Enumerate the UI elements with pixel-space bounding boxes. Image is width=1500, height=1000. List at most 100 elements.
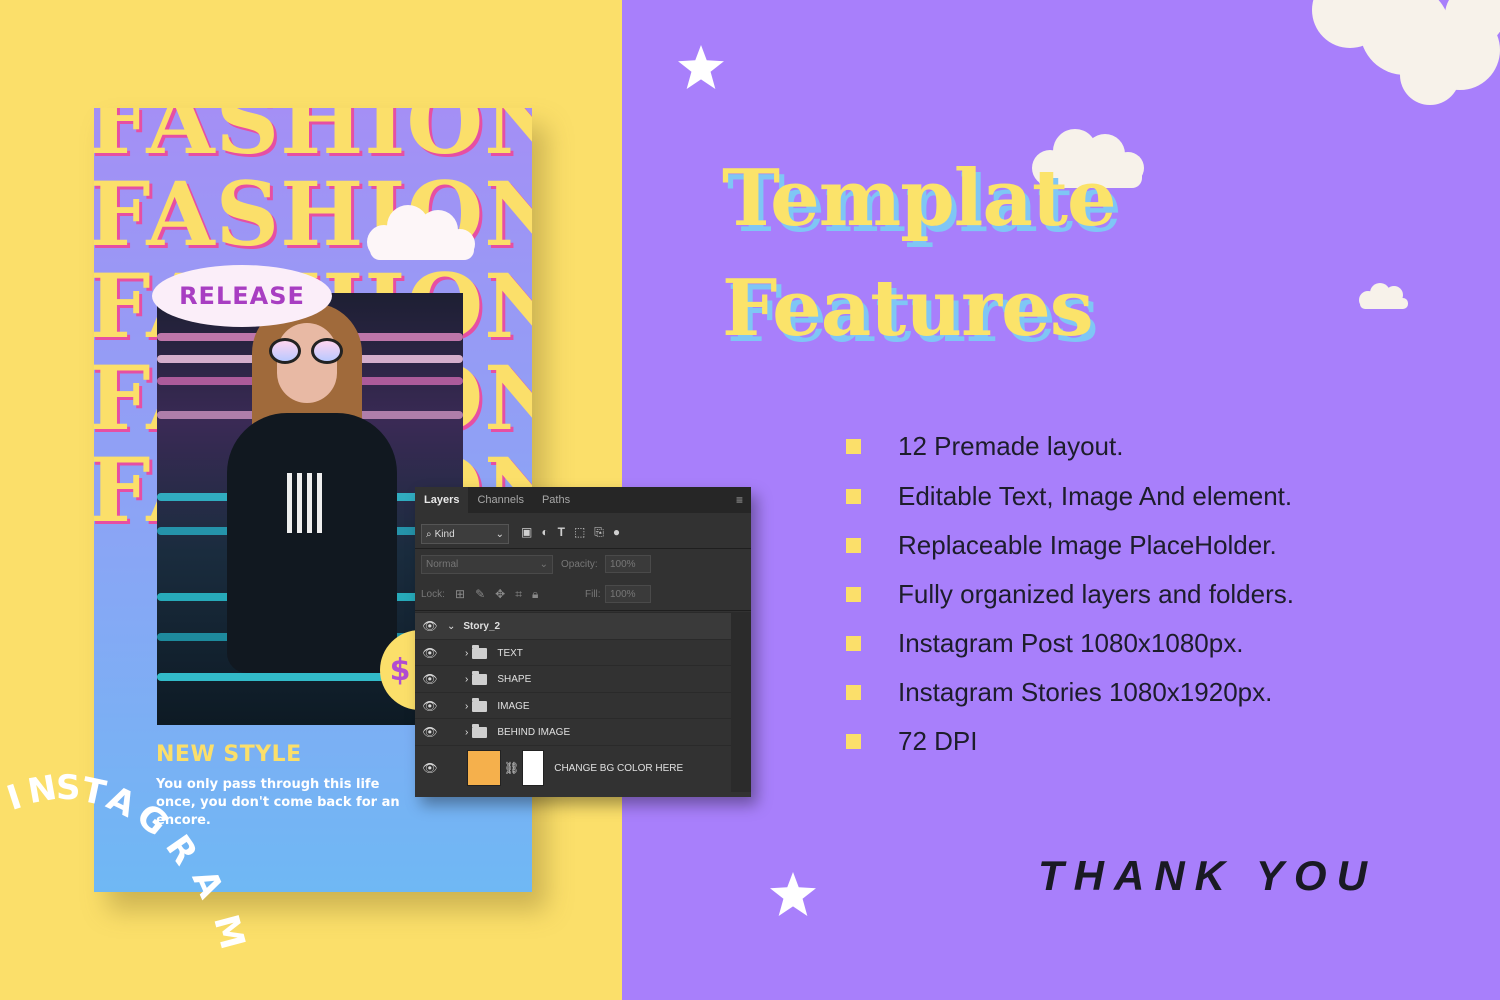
- feature-text: Editable Text, Image And element.: [898, 480, 1293, 511]
- image-filter-icon[interactable]: ▣: [521, 525, 532, 540]
- feature-text: 12 Premade layout.: [898, 430, 1124, 461]
- bullet-icon: [846, 733, 861, 749]
- layer-folder-shape[interactable]: 👁︎ › SHAPE: [415, 665, 731, 692]
- smart-object-filter-icon[interactable]: ⎘: [594, 525, 604, 540]
- heading-line1: Template: [722, 153, 1117, 244]
- heading-line2: Features: [722, 263, 1094, 354]
- layers-panel: Layers Channels Paths ≡ ⌕ Kind ⌄ ▣ ◐ T ⬚…: [415, 487, 751, 797]
- lock-position-icon[interactable]: ✥: [495, 587, 505, 602]
- list-item: Fully organized layers and folders.: [846, 579, 1294, 609]
- visibility-eye-icon[interactable]: 👁︎: [415, 699, 445, 713]
- collapse-chevron-icon[interactable]: ›: [465, 701, 468, 712]
- bullet-icon: [846, 586, 861, 602]
- cloud-top-right: [1312, 0, 1500, 105]
- expand-chevron-icon[interactable]: ⌄: [447, 621, 455, 632]
- dollar-icon: $: [389, 652, 411, 688]
- folder-icon: [472, 670, 488, 685]
- layer-folder-text[interactable]: 👁︎ › TEXT: [415, 639, 731, 666]
- collapse-chevron-icon[interactable]: ›: [465, 674, 468, 685]
- lock-artboard-icon[interactable]: ⌗: [515, 587, 522, 602]
- bullet-icon: [846, 438, 861, 454]
- layer-bg-color[interactable]: 👁︎ ⛓︎ CHANGE BG COLOR HERE: [415, 745, 731, 790]
- feature-text: Instagram Stories 1080x1920px.: [898, 676, 1273, 707]
- layer-name: BEHIND IMAGE: [497, 726, 571, 738]
- fill-label: Fill:: [585, 589, 601, 600]
- new-style-body: You only pass through this life once, yo…: [156, 777, 400, 828]
- release-label: RELEASE: [179, 282, 305, 310]
- tab-channels[interactable]: Channels: [468, 487, 532, 513]
- filter-icons: ▣ ◐ T ⬚ ⎘ ●: [521, 525, 620, 540]
- collapse-chevron-icon[interactable]: ›: [465, 727, 468, 738]
- lock-transparent-icon[interactable]: ⊞: [455, 587, 465, 602]
- search-icon: ⌕: [426, 528, 432, 540]
- list-item: Instagram Stories 1080x1920px.: [846, 677, 1272, 707]
- list-item: Editable Text, Image And element.: [846, 481, 1292, 511]
- chevron-down-icon: ⌄: [539, 559, 548, 570]
- type-filter-icon[interactable]: T: [558, 525, 565, 540]
- link-chain-icon: ⛓︎: [504, 761, 520, 775]
- layer-mask-thumbnail[interactable]: [522, 750, 545, 786]
- blend-mode-select[interactable]: Normal ⌄: [421, 555, 553, 574]
- tab-paths[interactable]: Paths: [533, 487, 579, 513]
- collapse-chevron-icon[interactable]: ›: [465, 648, 468, 659]
- lock-paint-icon[interactable]: ✎: [475, 587, 485, 602]
- fill-field[interactable]: 100%: [605, 585, 651, 603]
- feature-text: Replaceable Image PlaceHolder.: [898, 529, 1277, 560]
- new-style-title: NEW STYLE: [156, 742, 302, 767]
- visibility-eye-icon[interactable]: 👁︎: [415, 646, 445, 660]
- folder-icon: [472, 644, 488, 659]
- thank-you-text: THANK YOU: [1038, 852, 1377, 899]
- lock-label: Lock:: [421, 589, 445, 600]
- layer-name: Story_2: [463, 620, 501, 632]
- feature-text: Instagram Post 1080x1080px.: [898, 627, 1244, 658]
- layers-scrollbar[interactable]: [731, 612, 751, 792]
- bullet-icon: [846, 488, 861, 504]
- shape-filter-icon[interactable]: ⬚: [574, 525, 585, 540]
- layer-folder-image[interactable]: 👁︎ › IMAGE: [415, 692, 731, 719]
- star-icon: [770, 872, 816, 916]
- blend-mode-value: Normal: [426, 559, 459, 570]
- sunglasses-icon: [269, 338, 345, 364]
- cloud-small: [1359, 283, 1408, 309]
- layer-name: TEXT: [497, 647, 523, 659]
- list-item: Instagram Post 1080x1080px.: [846, 628, 1243, 658]
- star-icon: [678, 45, 724, 89]
- release-badge: RELEASE: [152, 265, 332, 327]
- opacity-field[interactable]: 100%: [605, 555, 651, 573]
- bullet-icon: [846, 635, 861, 651]
- layer-group-story[interactable]: 👁︎ ⌄ Story_2: [415, 612, 731, 639]
- layer-name: IMAGE: [497, 700, 530, 712]
- cloud-story: [367, 205, 475, 260]
- visibility-eye-icon[interactable]: 👁︎: [415, 761, 445, 775]
- visibility-eye-icon[interactable]: 👁︎: [415, 725, 445, 739]
- folder-icon: [472, 723, 488, 738]
- tab-layers[interactable]: Layers: [415, 487, 469, 513]
- visibility-eye-icon[interactable]: 👁︎: [415, 619, 445, 633]
- layer-name: CHANGE BG COLOR HERE: [554, 762, 684, 774]
- instagram-letter: S: [56, 768, 81, 808]
- lock-icons: ⊞ ✎ ✥ ⌗ 🔒︎: [455, 587, 538, 602]
- layer-folder-behind-image[interactable]: 👁︎ › BEHIND IMAGE: [415, 718, 731, 745]
- panel-tabs: Layers Channels Paths ≡: [415, 487, 751, 513]
- fashion-text: FASHION: [94, 108, 532, 174]
- list-item: 72 DPI: [846, 726, 978, 756]
- filter-toggle-icon[interactable]: ●: [613, 525, 620, 540]
- filter-kind-select[interactable]: ⌕ Kind ⌄: [421, 524, 509, 544]
- layer-name: SHAPE: [497, 673, 532, 685]
- feature-text: Fully organized layers and folders.: [898, 578, 1294, 609]
- chevron-down-icon: ⌄: [495, 528, 504, 540]
- feature-text: 72 DPI: [898, 725, 978, 756]
- list-item: 12 Premade layout.: [846, 431, 1123, 461]
- bullet-icon: [846, 684, 861, 700]
- lock-all-icon[interactable]: 🔒︎: [532, 587, 538, 602]
- filter-kind-value: Kind: [434, 528, 455, 540]
- list-item: Replaceable Image PlaceHolder.: [846, 530, 1277, 560]
- opacity-label: Opacity:: [561, 559, 598, 570]
- panel-menu-icon[interactable]: ≡: [736, 487, 743, 513]
- adjustment-filter-icon[interactable]: ◐: [541, 525, 548, 540]
- opacity-value: 100%: [610, 558, 636, 570]
- bullet-icon: [846, 537, 861, 553]
- fill-value: 100%: [610, 588, 636, 600]
- visibility-eye-icon[interactable]: 👁︎: [415, 672, 445, 686]
- bg-color-swatch[interactable]: [467, 750, 501, 786]
